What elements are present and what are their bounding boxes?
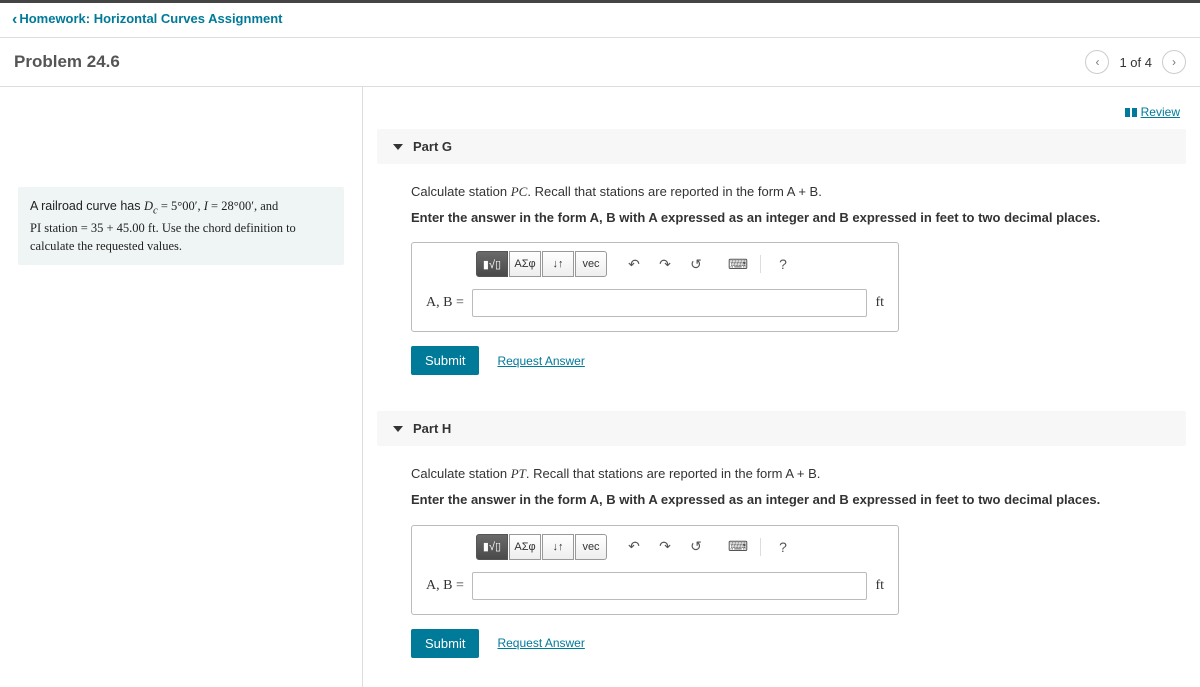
instruction-2: Enter the answer in the form A, B with A… <box>411 490 1152 510</box>
instr-text: Calculate station <box>411 184 511 199</box>
answer-label: A, B = <box>426 295 464 311</box>
templates-button[interactable]: ▮√▯ <box>476 534 508 560</box>
part-g: Part G Calculate station PC. Recall that… <box>377 129 1186 401</box>
part-g-body: Calculate station PC. Recall that statio… <box>377 164 1186 401</box>
keyboard-button[interactable]: ⌨ <box>725 534 751 560</box>
submit-button-g[interactable]: Submit <box>411 346 479 375</box>
vec-button[interactable]: vec <box>575 251 607 277</box>
review-link[interactable]: Review <box>1125 105 1180 119</box>
part-h-body: Calculate station PT. Recall that statio… <box>377 446 1186 683</box>
problem-title: Problem 24.6 <box>14 52 120 72</box>
help-button[interactable]: ? <box>770 251 796 277</box>
answer-input-h[interactable] <box>472 572 868 600</box>
part-h-header[interactable]: Part H <box>377 411 1186 446</box>
prob-text: A railroad curve has <box>30 199 144 213</box>
answer-input-row: A, B = ft <box>412 281 898 331</box>
redo-button[interactable]: ↷ <box>652 534 678 560</box>
reset-button[interactable]: ↺ <box>683 534 709 560</box>
prev-button[interactable]: ‹ <box>1085 50 1109 74</box>
request-answer-link-h[interactable]: Request Answer <box>497 636 584 650</box>
templates-button[interactable]: ▮√▯ <box>476 251 508 277</box>
unit-label: ft <box>875 295 884 311</box>
instruction-2: Enter the answer in the form A, B with A… <box>411 208 1152 228</box>
review-label: Review <box>1141 105 1180 119</box>
help-button[interactable]: ? <box>770 534 796 560</box>
next-button[interactable]: › <box>1162 50 1186 74</box>
part-title: Part H <box>413 421 451 436</box>
part-g-header[interactable]: Part G <box>377 129 1186 164</box>
submit-button-h[interactable]: Submit <box>411 629 479 658</box>
prob-text: PI station <box>30 221 78 235</box>
undo-button[interactable]: ↶ <box>621 251 647 277</box>
breadcrumb-bar: Homework: Horizontal Curves Assignment <box>0 3 1200 38</box>
equation-toolbar: ▮√▯ ΑΣφ ↓↑ vec ↶ ↷ ↺ ⌨ ? <box>412 243 898 281</box>
subsup-button[interactable]: ↓↑ <box>542 534 574 560</box>
greek-button[interactable]: ΑΣφ <box>509 251 541 277</box>
prob-text: = 28°00′, and <box>208 199 278 213</box>
page-counter: 1 of 4 <box>1119 55 1152 70</box>
actions-row: Submit Request Answer <box>411 629 1152 658</box>
instr-text: Calculate station <box>411 466 511 481</box>
equation-toolbar: ▮√▯ ΑΣφ ↓↑ vec ↶ ↷ ↺ ⌨ ? <box>412 526 898 564</box>
redo-button[interactable]: ↷ <box>652 251 678 277</box>
problem-header: Problem 24.6 ‹ 1 of 4 › <box>0 38 1200 87</box>
instr-text: . Recall that stations are reported in t… <box>527 184 821 199</box>
var-dc: Dc <box>144 199 158 213</box>
actions-row: Submit Request Answer <box>411 346 1152 375</box>
part-title: Part G <box>413 139 452 154</box>
greek-button[interactable]: ΑΣφ <box>509 534 541 560</box>
instruction-1: Calculate station PT. Recall that statio… <box>411 464 1152 484</box>
answer-input-row: A, B = ft <box>412 564 898 614</box>
prob-text: = 5°00′, <box>158 199 204 213</box>
right-panel: Review Part G Calculate station PC. Reca… <box>363 87 1200 687</box>
left-panel: A railroad curve has Dc = 5°00′, I = 28°… <box>0 87 363 687</box>
breadcrumb-link[interactable]: Homework: Horizontal Curves Assignment <box>12 11 283 26</box>
caret-down-icon <box>393 426 403 432</box>
answer-box-h: ▮√▯ ΑΣφ ↓↑ vec ↶ ↷ ↺ ⌨ ? A, B = <box>411 525 899 615</box>
problem-statement-box: A railroad curve has Dc = 5°00′, I = 28°… <box>18 187 344 265</box>
instruction-1: Calculate station PC. Recall that statio… <box>411 182 1152 202</box>
request-answer-link-g[interactable]: Request Answer <box>497 354 584 368</box>
vec-button[interactable]: vec <box>575 534 607 560</box>
answer-label: A, B = <box>426 578 464 594</box>
caret-down-icon <box>393 144 403 150</box>
var-pc: PC <box>511 184 528 199</box>
review-icon <box>1125 108 1137 117</box>
keyboard-button[interactable]: ⌨ <box>725 251 751 277</box>
divider <box>760 255 761 273</box>
divider <box>760 538 761 556</box>
reset-button[interactable]: ↺ <box>683 251 709 277</box>
var-pt: PT <box>511 466 526 481</box>
answer-input-g[interactable] <box>472 289 868 317</box>
subsup-button[interactable]: ↓↑ <box>542 251 574 277</box>
page-nav: ‹ 1 of 4 › <box>1085 50 1186 74</box>
main-layout: A railroad curve has Dc = 5°00′, I = 28°… <box>0 87 1200 687</box>
answer-box-g: ▮√▯ ΑΣφ ↓↑ vec ↶ ↷ ↺ ⌨ ? A, B = <box>411 242 899 332</box>
instr-text: . Recall that stations are reported in t… <box>526 466 820 481</box>
undo-button[interactable]: ↶ <box>621 534 647 560</box>
unit-label: ft <box>875 578 884 594</box>
part-h: Part H Calculate station PT. Recall that… <box>377 411 1186 683</box>
